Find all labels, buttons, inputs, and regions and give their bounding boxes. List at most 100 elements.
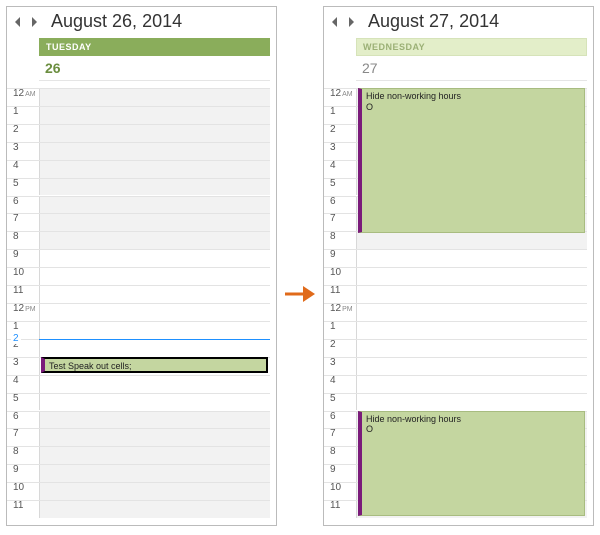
hour-cell[interactable]	[356, 322, 587, 339]
hour-row[interactable]: 4	[7, 375, 270, 393]
hour-row[interactable]: 3	[324, 357, 587, 375]
hour-cell[interactable]	[39, 340, 270, 357]
hour-row[interactable]: 6	[7, 411, 270, 429]
hour-row[interactable]: 12PM	[324, 303, 587, 321]
hour-cell[interactable]	[39, 376, 270, 393]
hour-cell[interactable]	[39, 89, 270, 106]
appointment[interactable]: Test Speak out cells;O	[41, 357, 268, 373]
all-day-zone[interactable]	[39, 80, 270, 88]
hour-cell[interactable]	[39, 304, 270, 321]
hour-row[interactable]: 1	[324, 321, 587, 339]
hour-row[interactable]: 4	[7, 160, 270, 178]
hour-cell[interactable]	[39, 214, 270, 231]
day-number[interactable]: 27	[356, 56, 587, 80]
hour-row[interactable]: 12AM	[7, 88, 270, 106]
appointment[interactable]: Hide non-working hoursO	[358, 411, 585, 517]
hour-cell[interactable]	[39, 483, 270, 500]
hour-cell[interactable]	[356, 232, 587, 249]
hour-cell[interactable]	[39, 412, 270, 429]
hour-cell[interactable]	[39, 179, 270, 196]
prev-day-button[interactable]	[13, 16, 23, 28]
hour-row[interactable]: 10	[7, 482, 270, 500]
hour-cell[interactable]	[39, 394, 270, 411]
hour-row[interactable]: 12PM	[7, 303, 270, 321]
hour-cell[interactable]	[39, 125, 270, 142]
hour-label: 3	[7, 142, 39, 159]
appointment-location: O	[49, 372, 262, 373]
day-name-header[interactable]: WEDNESDAY	[356, 38, 587, 56]
next-day-button[interactable]	[29, 16, 39, 28]
hour-cell[interactable]	[356, 376, 587, 393]
hour-row[interactable]: 10	[7, 267, 270, 285]
hour-cell[interactable]	[39, 286, 270, 303]
hour-row[interactable]: 9	[7, 464, 270, 482]
hour-row[interactable]: 1	[7, 106, 270, 124]
hour-label: 1	[324, 106, 356, 123]
prev-day-button[interactable]	[330, 16, 340, 28]
hour-row[interactable]: 1	[7, 321, 270, 339]
hour-cell[interactable]	[39, 447, 270, 464]
hour-cell[interactable]	[356, 250, 587, 267]
hour-label: 7	[7, 213, 39, 230]
hour-label: 11	[7, 285, 39, 302]
all-day-zone[interactable]	[356, 80, 587, 88]
hour-cell[interactable]	[39, 107, 270, 124]
hour-cell[interactable]	[356, 286, 587, 303]
hour-row[interactable]: 5	[7, 178, 270, 196]
date-title: August 27, 2014	[368, 11, 499, 32]
hour-row[interactable]: 7	[7, 428, 270, 446]
hour-row[interactable]: 2	[7, 339, 270, 357]
hour-cell[interactable]	[39, 232, 270, 249]
hour-label: 8	[7, 446, 39, 463]
hour-cell[interactable]	[356, 358, 587, 375]
hour-label: 10	[324, 482, 356, 499]
hour-label: 11	[324, 500, 356, 517]
hour-row[interactable]: 2	[7, 124, 270, 142]
hour-row[interactable]: 2	[324, 339, 587, 357]
hour-label: 6	[7, 411, 39, 428]
day-name-header[interactable]: TUESDAY	[39, 38, 270, 56]
hour-row[interactable]: 11	[7, 500, 270, 518]
hour-row[interactable]: 11	[7, 285, 270, 303]
hour-cell[interactable]	[39, 429, 270, 446]
time-grid[interactable]: 12AM123456789101112PM1234567891011Test S…	[7, 88, 270, 521]
hour-cell[interactable]	[39, 268, 270, 285]
hour-row[interactable]: 6	[7, 196, 270, 214]
hour-row[interactable]: 8	[7, 446, 270, 464]
hour-row[interactable]: 7	[7, 213, 270, 231]
next-day-button[interactable]	[346, 16, 356, 28]
hour-cell[interactable]	[39, 143, 270, 160]
hour-label: 9	[324, 464, 356, 481]
hour-label: 3	[324, 142, 356, 159]
hour-row[interactable]: 3	[7, 142, 270, 160]
hour-cell[interactable]	[39, 501, 270, 518]
hour-label: 11	[7, 500, 39, 517]
hour-row[interactable]: 8	[324, 231, 587, 249]
appointment-title: Hide non-working hours	[366, 414, 580, 425]
time-grid[interactable]: 12AM123456789101112PM1234567891011Hide n…	[324, 88, 587, 521]
hour-row[interactable]: 5	[324, 393, 587, 411]
hour-cell[interactable]	[356, 268, 587, 285]
hour-cell[interactable]	[356, 340, 587, 357]
hour-label: 7	[324, 428, 356, 445]
hour-row[interactable]: 9	[7, 249, 270, 267]
hour-cell[interactable]	[39, 465, 270, 482]
day-number[interactable]: 26	[39, 56, 270, 80]
hour-row[interactable]: 4	[324, 375, 587, 393]
appointment-title: Test Speak out cells;	[49, 361, 262, 372]
current-time-indicator: 2	[39, 339, 270, 340]
hour-row[interactable]: 5	[7, 393, 270, 411]
hour-label: 11	[324, 285, 356, 302]
hour-row[interactable]: 8	[7, 231, 270, 249]
appointment[interactable]: Hide non-working hoursO	[358, 88, 585, 233]
hour-label: 5	[324, 393, 356, 410]
hour-cell[interactable]	[39, 322, 270, 339]
hour-row[interactable]: 10	[324, 267, 587, 285]
hour-cell[interactable]	[39, 250, 270, 267]
hour-cell[interactable]	[39, 161, 270, 178]
hour-row[interactable]: 9	[324, 249, 587, 267]
hour-row[interactable]: 11	[324, 285, 587, 303]
hour-cell[interactable]	[356, 304, 587, 321]
hour-cell[interactable]	[39, 197, 270, 214]
hour-cell[interactable]	[356, 394, 587, 411]
